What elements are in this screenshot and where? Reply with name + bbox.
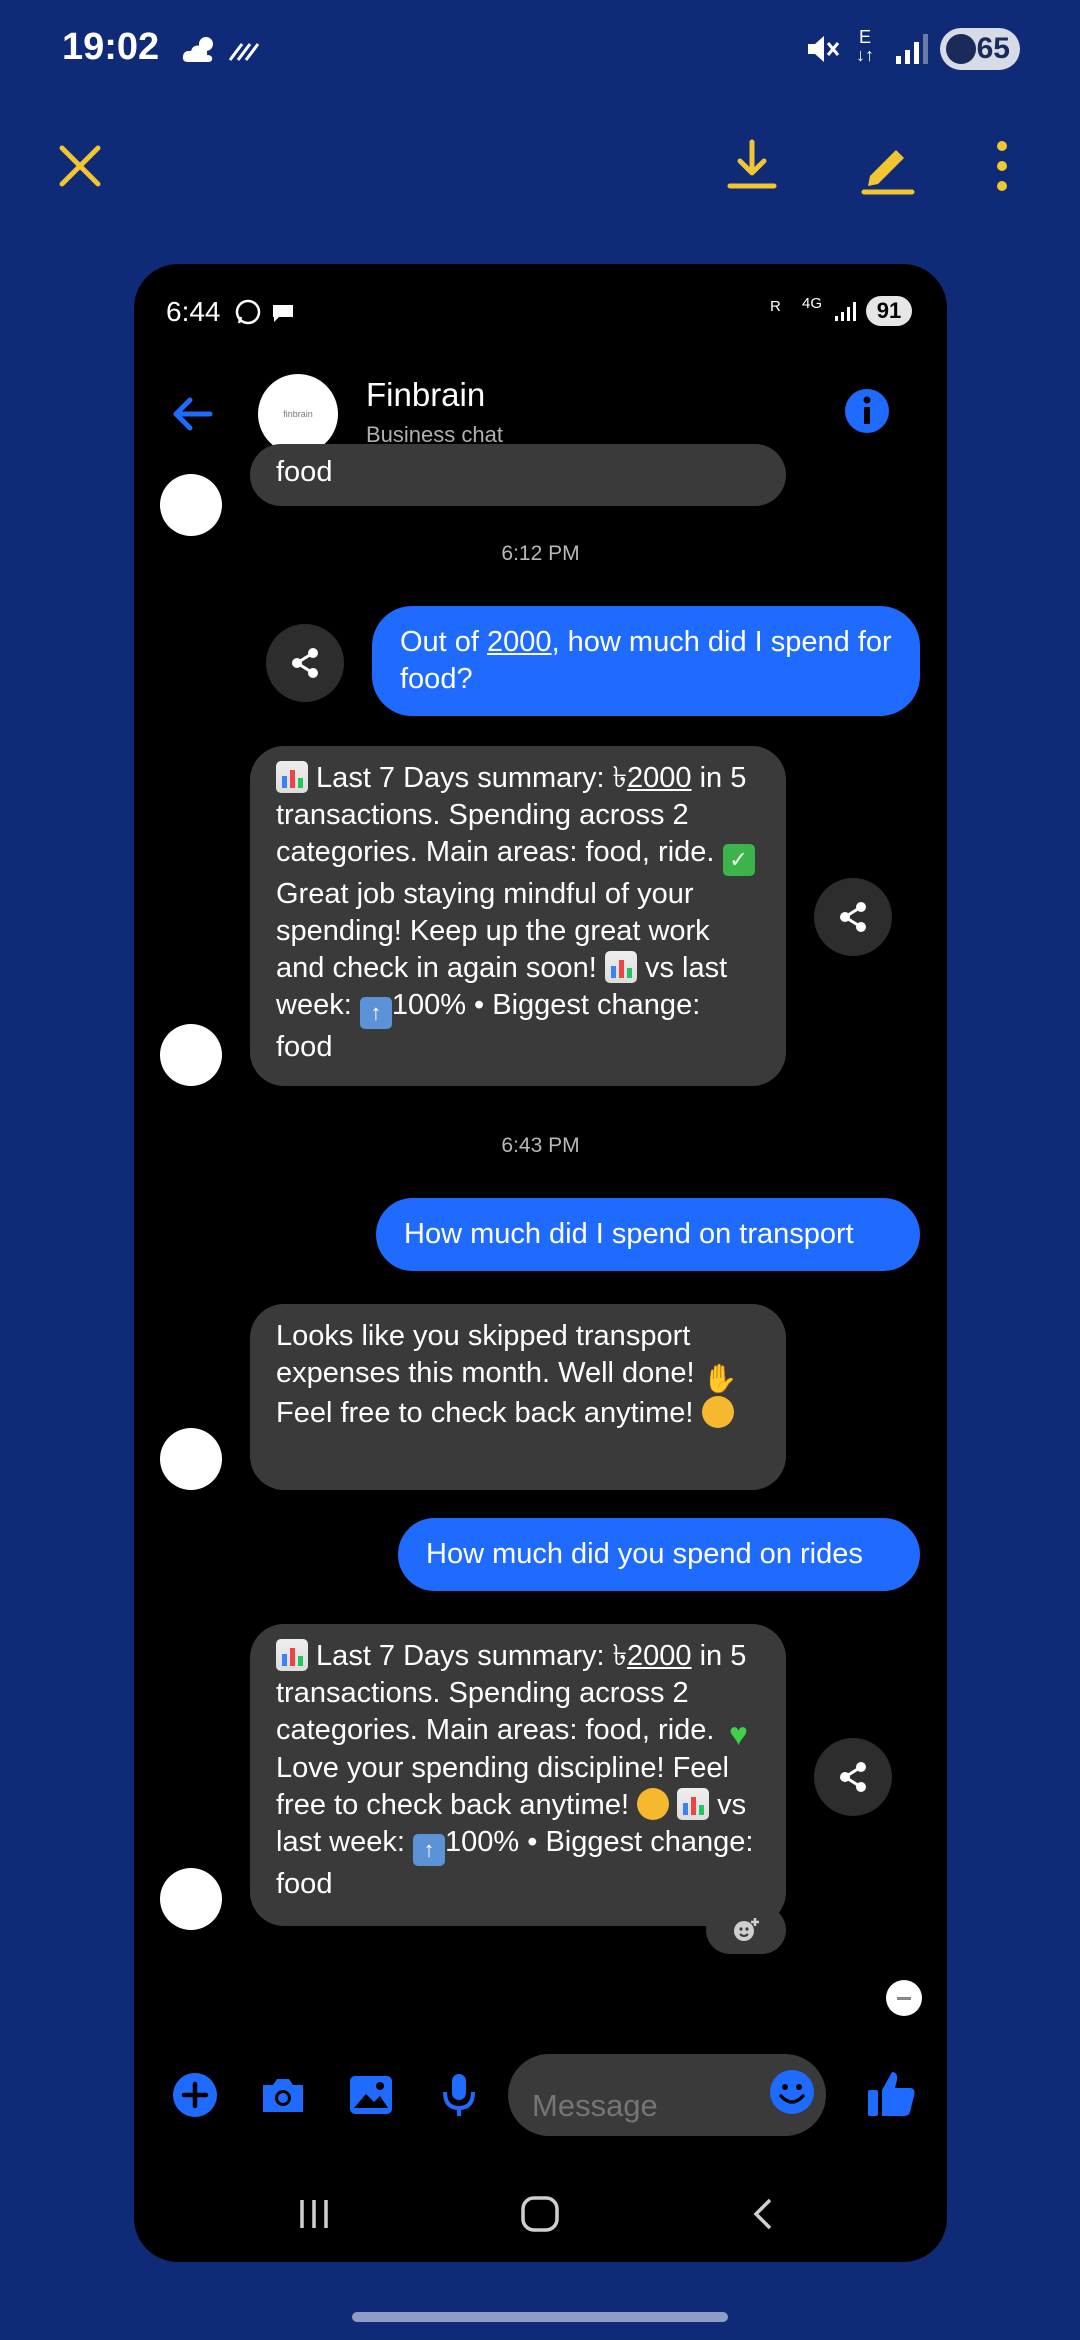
message-bubble-icon [273,305,293,322]
screenshot-image: 6:44 R 4G 91 finbrain Finbrain Business … [134,264,947,2262]
signal-icon [896,34,928,64]
data-saver-icon [228,43,260,61]
image-viewer-toolbar [0,120,1080,210]
timestamp: 6:12 PM [501,542,580,565]
phone-navigation-bar [134,2164,947,2262]
clock: 19:02 [62,26,160,68]
recent-apps-icon[interactable] [294,2194,334,2239]
clapping-hands-emoji-icon: ✋ [702,1363,738,1394]
bar-chart-emoji-icon [604,951,637,983]
add-reaction-button[interactable] [706,1906,786,1954]
more-vert-icon[interactable] [972,136,1032,196]
battery-saver-leaf-icon [946,34,976,64]
share-icon [840,1762,866,1792]
bar-chart-emoji-icon [276,1639,308,1671]
system-home-indicator[interactable] [352,2312,728,2322]
message-bubble-incoming[interactable]: Looks like you skipped transport expense… [250,1304,786,1490]
message-bubble-outgoing[interactable]: How much did you spend on rides [398,1518,920,1591]
gallery-icon[interactable] [346,2070,396,2120]
smiling-face-emoji-icon [637,1788,670,1820]
emoji-icon[interactable] [766,2066,818,2118]
bot-avatar [160,474,222,536]
bar-chart-emoji-icon [276,761,308,793]
message-bubble-incoming[interactable]: Last 7 Days summary: ৳2000 in 5 transact… [250,746,786,1086]
number-link[interactable]: 2000 [487,626,552,658]
back-arrow-icon[interactable] [170,394,214,434]
close-icon[interactable] [50,136,110,196]
message-bubble-outgoing[interactable]: Out of 2000, how much did I spend for fo… [372,606,920,716]
mute-icon [808,36,840,62]
phone-clock: 6:44 [166,296,221,327]
timestamp: 6:43 PM [501,1134,580,1157]
weather-cloud-sun-icon [182,37,213,62]
number-link[interactable]: 2000 [627,762,692,794]
network-4g-indicator: 4G [802,295,823,312]
bot-avatar [160,1428,222,1490]
message-text: food [276,456,333,488]
message-bubble-outgoing[interactable]: How much did I spend on transport [376,1198,920,1271]
contact-avatar[interactable]: finbrain [258,374,338,454]
battery-indicator: 65 [940,28,1020,70]
roaming-indicator: R [770,298,781,315]
check-mark-emoji-icon: ✓ [722,844,755,876]
thumbs-up-icon[interactable] [864,2066,920,2122]
share-icon [840,902,866,932]
bot-avatar [160,1868,222,1930]
share-button[interactable] [814,1738,892,1816]
camera-icon[interactable] [258,2070,308,2120]
conversation: food 6:12 PM Out of 2000, how much did I… [134,444,947,1954]
plus-icon[interactable] [170,2070,220,2120]
up-arrow-emoji-icon: ↑ [359,997,392,1029]
message-bubble-incoming[interactable]: Last 7 Days summary: ৳2000 in 5 transact… [250,1624,786,1926]
number-link[interactable]: 2000 [627,1640,692,1672]
microphone-icon[interactable] [434,2070,484,2120]
bar-chart-emoji-icon [677,1788,710,1820]
back-icon[interactable] [744,2194,784,2239]
whatsapp-icon [235,299,261,325]
share-icon [292,648,318,678]
outer-status-bar: 19:02 E ↓↑ 65 [0,0,1080,100]
share-button[interactable] [814,878,892,956]
share-button[interactable] [266,624,344,702]
edit-icon[interactable] [858,136,918,196]
up-arrow-emoji-icon: ↑ [413,1834,445,1866]
add-reaction-icon [734,1918,759,1941]
contact-name[interactable]: Finbrain [366,376,485,414]
seen-status-avatar [886,1980,922,2016]
home-icon[interactable] [518,2194,562,2239]
message-bubble-incoming[interactable]: food [250,444,786,506]
message-composer [134,2044,947,2164]
phone-status-bar: 6:44 R 4G 91 [134,264,947,344]
network-type: E ↓↑ [856,27,874,65]
signal-icon [835,302,856,321]
green-heart-emoji-icon: ♥ [729,1716,749,1752]
info-icon[interactable] [844,388,890,434]
download-icon[interactable] [722,136,782,196]
bot-avatar [160,1024,222,1086]
smiling-face-emoji-icon [701,1396,734,1428]
phone-battery: 91 [866,296,912,326]
